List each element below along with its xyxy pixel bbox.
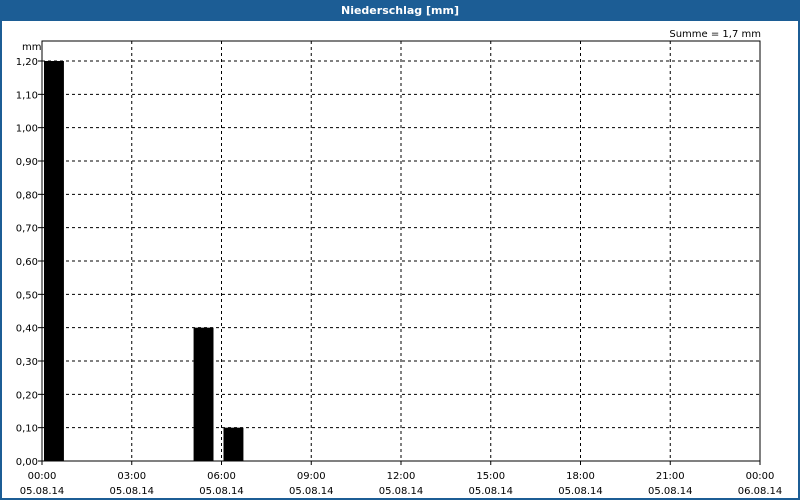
x-tick-date: 05.08.14 (20, 486, 65, 497)
y-tick-label: 0,90 (16, 157, 38, 168)
x-tick-date: 05.08.14 (289, 486, 334, 497)
y-tick-label: 0,70 (16, 224, 38, 235)
y-tick-label: 1,10 (16, 90, 38, 101)
x-axis-ticks: 00:00 05.08.14 03:00 05.08.14 06:00 05.08.14 0… (20, 461, 783, 497)
x-tick-date: 05.08.14 (558, 486, 603, 497)
y-unit-label: mm (22, 42, 41, 53)
y-tick-label: 0,00 (16, 457, 38, 468)
chart-window: Niederschlag [mm] mm Summe = 1,7 mm 0,00… (0, 0, 800, 500)
y-tick-label: 0,50 (16, 290, 38, 301)
x-tick-time: 15:00 (476, 471, 505, 482)
x-tick-date: 05.08.14 (468, 486, 513, 497)
y-tick-label: 0,40 (16, 324, 38, 335)
x-tick-date: 06.08.14 (738, 486, 783, 497)
x-tick-date: 05.08.14 (109, 486, 154, 497)
x-tick-date: 05.08.14 (379, 486, 424, 497)
y-tick-label: 0,80 (16, 190, 38, 201)
x-tick-time: 09:00 (297, 471, 326, 482)
x-tick-date: 05.08.14 (199, 486, 244, 497)
bar (44, 61, 64, 461)
x-tick-time: 12:00 (387, 471, 416, 482)
y-tick-label: 1,00 (16, 124, 38, 135)
bar (193, 327, 214, 461)
x-tick-time: 00:00 (28, 471, 57, 482)
y-axis-ticks: 0,00 0,10 0,20 0,30 0,40 0,50 0,60 0,70 0,80 0,90… (16, 57, 42, 468)
x-tick-time: 03:00 (117, 471, 146, 482)
sum-annotation: Summe = 1,7 mm (669, 29, 761, 40)
x-tick-date: 05.08.14 (648, 486, 693, 497)
y-tick-label: 0,10 (16, 424, 38, 435)
x-tick-time: 00:00 (746, 471, 775, 482)
x-tick-time: 06:00 (207, 471, 236, 482)
y-tick-label: 0,30 (16, 357, 38, 368)
grid-lines (42, 41, 760, 461)
bar (223, 427, 244, 461)
precipitation-chart: mm Summe = 1,7 mm 0,000,100,200,300,400,… (16, 29, 783, 497)
y-tick-label: 0,60 (16, 257, 38, 268)
x-tick-time: 21:00 (656, 471, 685, 482)
y-tick-label: 1,20 (16, 57, 38, 68)
x-tick-time: 18:00 (566, 471, 595, 482)
y-tick-label: 0,20 (16, 390, 38, 401)
